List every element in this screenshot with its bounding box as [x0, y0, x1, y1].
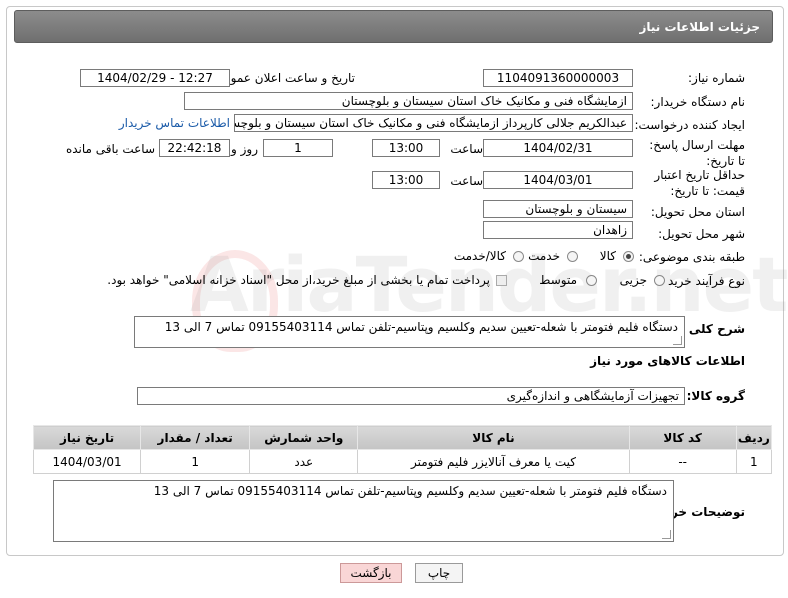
category-service-radio[interactable]: [567, 251, 578, 262]
remaining-time-field: 22:42:18: [159, 139, 230, 157]
reply-time-label: ساعت: [450, 142, 483, 156]
goods-group-label: گروه کالا:: [686, 389, 745, 403]
col-date-header: تاریخ نیاز: [32, 425, 142, 450]
description-text: دستگاه فلیم فتومتر با شعله-تعیین سدیم وک…: [164, 320, 678, 334]
category-service-label: خدمت: [528, 249, 560, 263]
reply-time-field: 13:00: [372, 139, 440, 157]
days-label: روز و: [231, 142, 258, 156]
creator-field: عبدالکریم جلالی کارپرداز ازمایشگاه فنی و…: [234, 114, 633, 132]
process-minor-label: جزیی: [619, 273, 647, 287]
goods-table-header-row: ردیف کد کالا نام کالا واحد شمارش تعداد /…: [32, 425, 773, 450]
reply-deadline-label: مهلت ارسال پاسخ: تا تاریخ:: [649, 138, 745, 168]
goods-group-field: تجهیزات آزمایشگاهی و اندازه‌گیری: [137, 387, 685, 405]
price-date-field: 1404/03/01: [483, 171, 633, 189]
col-unit-header: واحد شمارش: [249, 425, 359, 450]
description-textarea: دستگاه فلیم فتومتر با شعله-تعیین سدیم وک…: [134, 316, 685, 348]
days-field: 1: [263, 139, 333, 157]
process-label: نوع فرآیند خرید :: [660, 274, 745, 288]
category-goods-service-label: کالا/خدمت: [453, 249, 506, 263]
category-label: طبقه بندی موضوعی:: [638, 250, 745, 264]
page-title: جزئیات اطلاعات نیاز: [639, 20, 760, 34]
need-number-label: شماره نیاز:: [688, 71, 745, 85]
cell-row: 1: [735, 449, 773, 474]
process-medium-label: متوسط: [539, 273, 577, 287]
price-deadline-label: حداقل تاریخ اعتبار قیمت: تا تاریخ:: [654, 168, 745, 198]
creator-label: ایجاد کننده درخواست:: [634, 118, 745, 132]
process-medium-radio[interactable]: [586, 275, 597, 286]
resize-grip-icon[interactable]: [673, 336, 682, 345]
city-field: زاهدان: [483, 221, 633, 239]
category-goods-label: کالا: [599, 249, 616, 263]
goods-section-title: اطلاعات کالاهای مورد نیاز: [590, 354, 745, 368]
back-button[interactable]: بازگشت: [340, 563, 402, 583]
city-label: شهر محل تحویل:: [658, 227, 745, 241]
resize-grip-icon[interactable]: [662, 530, 671, 539]
page-header: جزئیات اطلاعات نیاز: [14, 10, 773, 43]
col-qty-header: تعداد / مقدار: [140, 425, 251, 450]
cell-unit: عدد: [249, 449, 359, 474]
treasury-bonds-checkbox[interactable]: [496, 275, 507, 286]
price-time-label: ساعت: [450, 174, 483, 188]
goods-table: ردیف کد کالا نام کالا واحد شمارش تعداد /…: [32, 425, 773, 474]
table-row: 1 -- کیت یا معرف آنالایزر فلیم فتومتر عد…: [32, 449, 773, 474]
announce-label: تاریخ و ساعت اعلان عمومی:: [210, 71, 355, 85]
need-number-field: 1104091360000003: [483, 69, 633, 87]
contact-info-link[interactable]: اطلاعات تماس خریدار: [119, 116, 230, 130]
col-code-header: کد کالا: [628, 425, 737, 450]
print-button[interactable]: چاپ: [415, 563, 463, 583]
col-row-header: ردیف: [735, 425, 773, 450]
price-time-field: 13:00: [372, 171, 440, 189]
cell-name: کیت یا معرف آنالایزر فلیم فتومتر: [357, 449, 630, 474]
category-goods-service-radio[interactable]: [513, 251, 524, 262]
payment-note: پرداخت تمام یا بخشی از مبلغ خرید،از محل …: [107, 273, 490, 287]
buyer-org-field: ازمایشگاه فنی و مکانیک خاک استان سیستان …: [184, 92, 633, 110]
category-goods-radio[interactable]: [623, 251, 634, 262]
reply-date-field: 1404/02/31: [483, 139, 633, 157]
cell-code: --: [628, 449, 737, 474]
buyer-notes-textarea: دستگاه فلیم فتومتر با شعله-تعیین سدیم وک…: [53, 480, 674, 542]
process-minor-radio[interactable]: [654, 275, 665, 286]
remaining-label: ساعت باقی مانده: [65, 142, 155, 156]
buyer-org-label: نام دستگاه خریدار:: [650, 95, 746, 109]
announce-field: 1404/02/29 - 12:27: [80, 69, 230, 87]
col-name-header: نام کالا: [357, 425, 630, 450]
cell-date: 1404/03/01: [32, 449, 142, 474]
cell-qty: 1: [140, 449, 251, 474]
province-label: استان محل تحویل:: [650, 205, 745, 219]
buyer-notes-text: دستگاه فلیم فتومتر با شعله-تعیین سدیم وک…: [153, 484, 667, 498]
province-field: سیستان و بلوچستان: [483, 200, 633, 218]
